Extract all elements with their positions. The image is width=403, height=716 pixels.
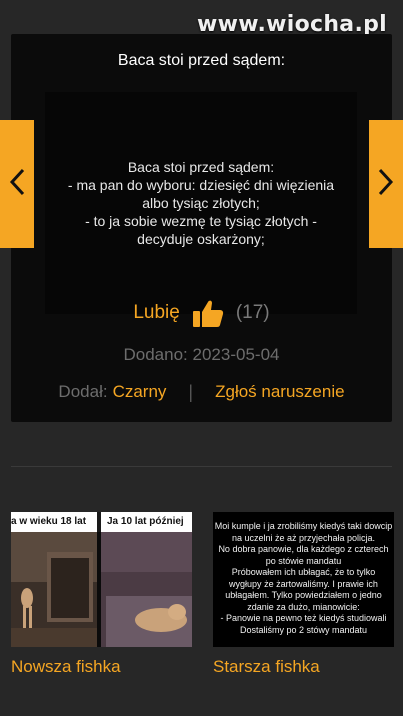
author-label: Dodał: xyxy=(58,382,108,401)
separator: | xyxy=(188,381,194,402)
joke-content: Baca stoi przed sądem: - ma pan do wybor… xyxy=(45,92,357,314)
meme-line: Dostaliśmy po 2 stówy mandatu xyxy=(239,624,368,635)
added-label: Dodano: xyxy=(123,345,188,364)
older-post-link[interactable]: Starsza fishka xyxy=(213,657,320,677)
like-label: Lubię xyxy=(133,302,180,323)
divider xyxy=(11,466,392,467)
meme-line: po stówie mandatu xyxy=(265,555,342,566)
meme-line: ubłagałem. Tylko powiedziałem o jedno xyxy=(225,590,382,600)
joke-line: decyduje oskarżony; xyxy=(137,231,265,247)
chevron-right-icon xyxy=(377,167,395,202)
joke-title: Baca stoi przed sądem: xyxy=(117,52,286,69)
report-link[interactable]: Zgłoś naruszenie xyxy=(215,382,344,402)
author-report-row: Dodał: Czarny | Zgłoś naruszenie xyxy=(11,380,392,404)
meme-line: - Panowie na pewno też kiedyś studiowali xyxy=(220,613,387,623)
newer-post-link[interactable]: Nowsza fishka xyxy=(11,657,121,677)
joke-line: Baca stoi przed sądem: xyxy=(127,159,275,175)
meme-line: wygłupy że żartowaliśmy. I prawie ich xyxy=(229,578,378,589)
meme-line: na uczelni że aż przyjechała policja. xyxy=(231,532,376,543)
added-date-row: Dodano: 2023-05-04 xyxy=(11,345,392,365)
meme-line: No dobra panowie, dla każdego z czterech xyxy=(218,544,389,554)
meme-caption-right: Ja 10 lat później xyxy=(101,512,192,532)
joke-line: - to ja sobie wezmę te tysiąc złotych - xyxy=(85,213,317,229)
meme-line: Moi kumple i ja zrobiliśmy kiedyś taki d… xyxy=(214,521,393,531)
joke-line: albo tysiąc złotych; xyxy=(142,195,260,211)
older-post-thumbnail[interactable]: Moi kumple i ja zrobiliśmy kiedyś taki d… xyxy=(213,512,394,647)
meme-photo xyxy=(11,532,192,647)
chevron-left-icon xyxy=(8,167,26,202)
added-date: 2023-05-04 xyxy=(192,345,280,364)
meme-line: Próbowałem ich ubłagać, że to tylko xyxy=(231,567,376,577)
joke-card: Baca stoi przed sądem: Baca stoi przed s… xyxy=(11,34,392,422)
previous-button[interactable] xyxy=(0,120,34,248)
like-button[interactable]: Lubię (17) xyxy=(11,298,392,328)
thumbs-up-icon xyxy=(192,298,224,328)
like-count: (17) xyxy=(235,302,270,323)
older-post-text: Moi kumple i ja zrobiliśmy kiedyś taki d… xyxy=(213,521,394,636)
newer-post-thumbnail[interactable]: a w wieku 18 lat Ja 10 lat później xyxy=(11,512,192,647)
meme-line: zdanie za dużo, mianowicie: xyxy=(247,601,360,612)
meme-caption-left: a w wieku 18 lat xyxy=(11,512,97,532)
next-button[interactable] xyxy=(369,120,403,248)
author-link[interactable]: Czarny xyxy=(113,382,167,402)
joke-line: - ma pan do wyboru: dziesięć dni więzien… xyxy=(67,177,335,193)
